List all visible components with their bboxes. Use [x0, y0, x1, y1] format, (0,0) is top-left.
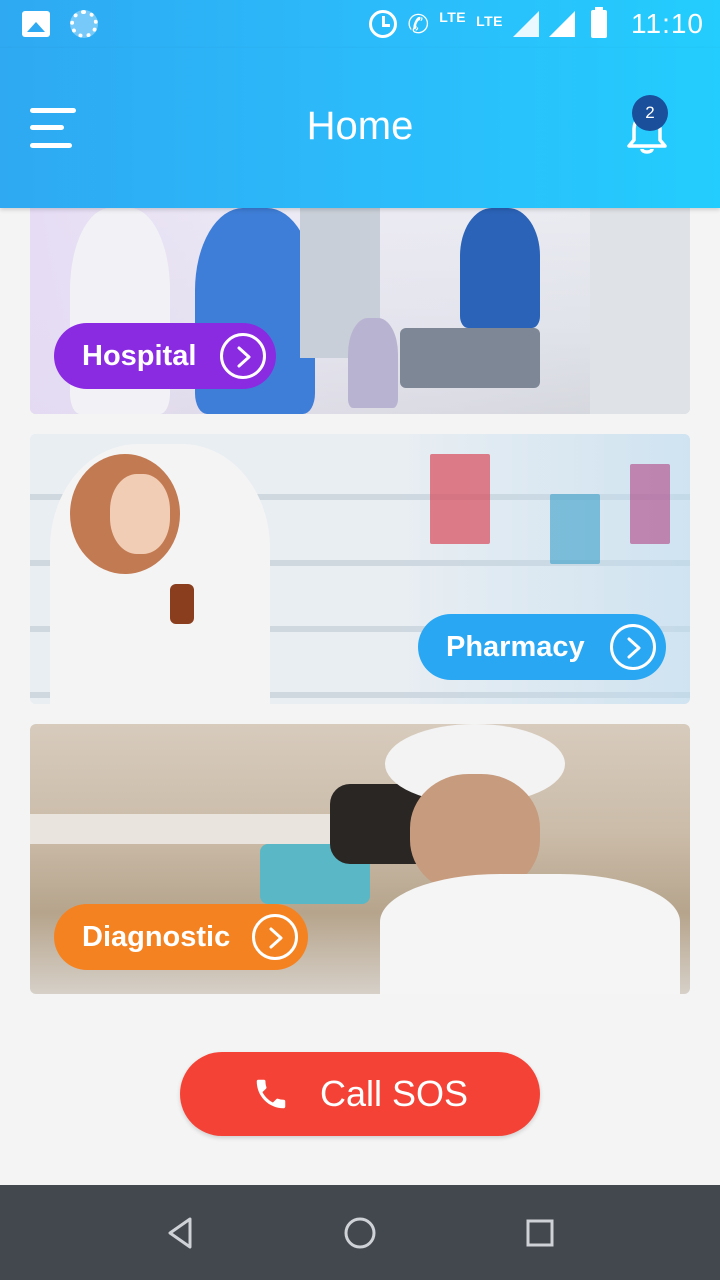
hospital-button[interactable]: Hospital [54, 323, 276, 389]
pharmacy-card[interactable]: Pharmacy [30, 434, 690, 704]
chevron-right-circle-icon [252, 914, 298, 960]
app-header: Home [0, 48, 720, 208]
gallery-notification-icon [22, 11, 50, 37]
notification-badge: 2 [632, 95, 668, 131]
recent-apps-icon[interactable] [520, 1213, 560, 1253]
chevron-right-circle-icon [610, 624, 656, 670]
call-sos-label: Call SOS [319, 1073, 469, 1114]
home-icon[interactable] [340, 1213, 380, 1253]
chevron-right-circle-icon [220, 333, 266, 379]
phone-icon [256, 1079, 286, 1109]
call-icon: ✆ [407, 9, 430, 39]
call-sos-button[interactable]: Call SOS [180, 1052, 540, 1136]
hospital-card[interactable]: Hospital [30, 208, 690, 414]
back-icon[interactable] [160, 1213, 200, 1253]
lte-label-2: LTE [476, 13, 503, 29]
signal-icon [513, 11, 539, 37]
lte-label: LTE [439, 9, 467, 25]
sync-notification-icon [70, 10, 98, 38]
diagnostic-card[interactable]: Diagnostic [30, 724, 690, 994]
status-bar: ✆ LTE LTE 11:10 [0, 0, 720, 48]
clock: 11:10 [631, 8, 704, 39]
pharmacy-label: Pharmacy [446, 630, 585, 663]
navigation-bar [0, 1185, 720, 1280]
alarm-icon [369, 10, 398, 38]
pharmacy-button[interactable]: Pharmacy [418, 614, 666, 680]
signal-icon-2 [549, 11, 575, 37]
hospital-label: Hospital [82, 339, 197, 372]
battery-icon [591, 7, 607, 38]
diagnostic-button[interactable]: Diagnostic [54, 904, 308, 970]
page-title: Home [306, 104, 414, 148]
diagnostic-label: Diagnostic [82, 920, 231, 953]
